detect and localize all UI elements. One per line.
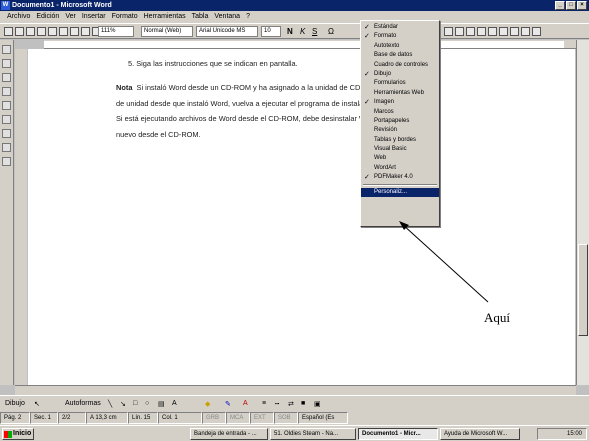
status-bar: Pág. 2 Sec. 1 2/2 A 13,3 cm Lín. 15 Col.…	[0, 412, 589, 425]
task-documento1[interactable]: Documento1 - Micr...	[358, 428, 438, 440]
autoshapes-button[interactable]: Autoformas	[65, 400, 101, 407]
dash-style-icon[interactable]: ┅	[275, 400, 279, 408]
annotation-label: Aquí	[484, 310, 510, 325]
start-button[interactable]: Inicio	[2, 428, 34, 440]
arrow-style-icon[interactable]: ⇄	[288, 400, 294, 408]
status-section: Sec. 1	[30, 412, 58, 424]
status-position: A 13,3 cm	[86, 412, 128, 424]
taskbar: Inicio Bandeja de entrada - ... 51. Oldi…	[0, 425, 589, 441]
select-objects-icon[interactable]: ↖	[34, 400, 40, 408]
status-column: Col. 1	[158, 412, 202, 424]
status-rec[interactable]: GRB	[202, 412, 226, 424]
shadow-icon[interactable]: ■	[301, 400, 305, 407]
draw-menu-button[interactable]: Dibujo	[5, 400, 25, 407]
windows-logo-icon	[4, 431, 12, 438]
task-word-help[interactable]: Ayuda de Microsoft W...	[440, 428, 520, 440]
annotation-arrow	[399, 221, 489, 303]
status-page: Pág. 2	[0, 412, 30, 424]
oval-icon[interactable]: ○	[145, 400, 149, 407]
status-ext[interactable]: EXT	[250, 412, 274, 424]
3d-icon[interactable]: ▣	[314, 400, 321, 408]
fill-color-icon[interactable]: ◆	[205, 400, 210, 408]
task-inbox[interactable]: Bandeja de entrada - ...	[190, 428, 268, 440]
status-line: Lín. 15	[128, 412, 158, 424]
task-oldies-stream[interactable]: 51. Oldies Steam - Na...	[270, 428, 356, 440]
font-color-draw-icon[interactable]: A	[243, 400, 248, 407]
status-ovr[interactable]: SOB	[274, 412, 298, 424]
arrow-icon[interactable]: ↘	[120, 400, 126, 408]
status-trk[interactable]: MCA	[226, 412, 250, 424]
status-language: Español (Es	[298, 412, 348, 424]
system-tray-clock: 15:00	[537, 428, 587, 440]
drawing-toolbar: Dibujo ↖ Autoformas ╲ ↘ □ ○ ▤ A ◆ ✎ A ≡ …	[0, 395, 589, 412]
status-pages: 2/2	[58, 412, 86, 424]
line-color-icon[interactable]: ✎	[225, 400, 231, 408]
wordart-icon[interactable]: A	[172, 400, 177, 407]
line-style-draw-icon[interactable]: ≡	[262, 400, 266, 407]
line-icon[interactable]: ╲	[108, 400, 112, 408]
textbox-icon[interactable]: ▤	[158, 400, 165, 408]
rectangle-icon[interactable]: □	[133, 400, 137, 407]
